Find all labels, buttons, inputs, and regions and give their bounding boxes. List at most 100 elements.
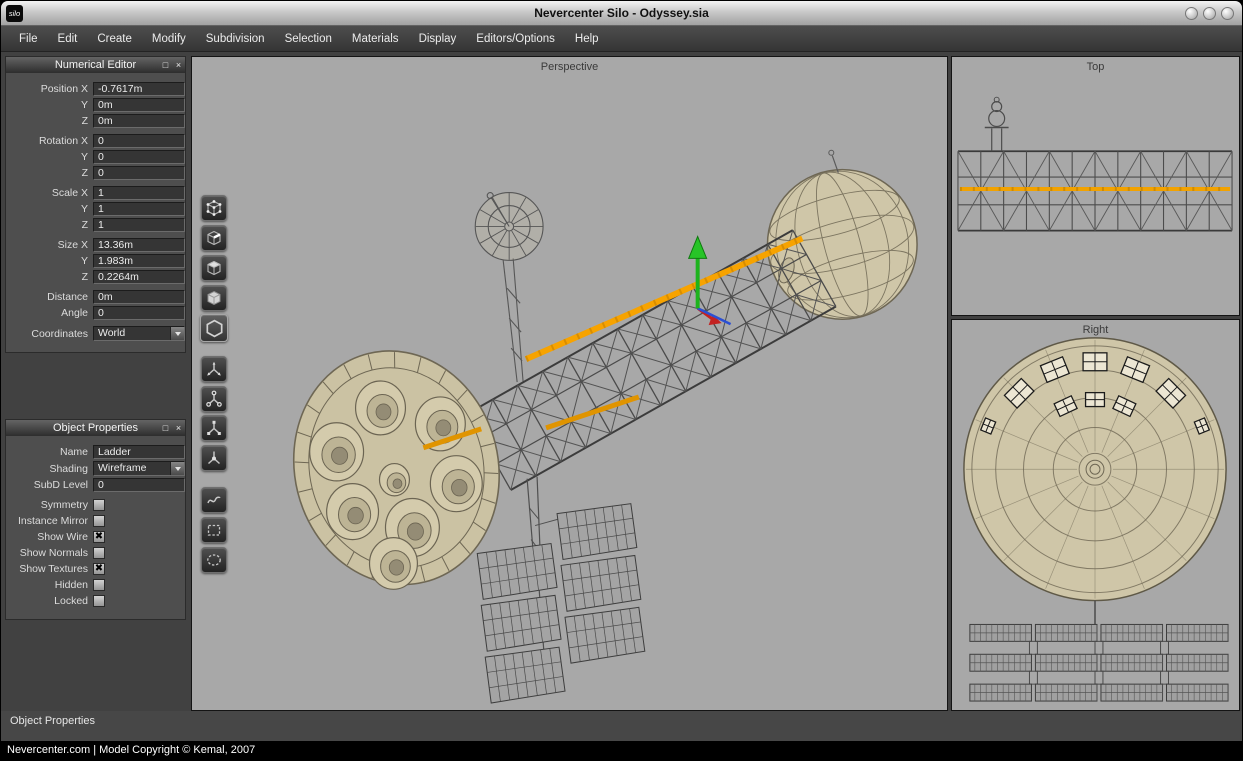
edge-mode-button[interactable]: [201, 225, 227, 251]
scale-z-label: Z: [8, 219, 88, 231]
viewport-label: Perspective: [192, 61, 947, 73]
angle-field[interactable]: 0: [93, 306, 185, 320]
face-mode-button[interactable]: [201, 255, 227, 281]
move-tool-button[interactable]: [201, 356, 227, 382]
chevron-down-icon: [175, 467, 181, 471]
maximize-button[interactable]: [1203, 7, 1216, 20]
object-properties-panel: Object Properties □ × NameLadder Shading…: [5, 419, 186, 620]
size-x-label: Size X: [8, 239, 88, 251]
dropdown-button[interactable]: [170, 462, 184, 475]
size-z-field[interactable]: 0.2264m: [93, 270, 185, 284]
menu-modify[interactable]: Modify: [142, 28, 196, 50]
locked-checkbox[interactable]: [93, 595, 105, 607]
panel-close-icon[interactable]: ×: [172, 58, 185, 72]
show-wire-checkbox[interactable]: ✖: [93, 531, 105, 543]
rotation-z-field[interactable]: 0: [93, 166, 185, 180]
scale-x-field[interactable]: 1: [93, 186, 185, 200]
menu-materials[interactable]: Materials: [342, 28, 409, 50]
object-mode-button[interactable]: [201, 285, 227, 311]
subd-level-field[interactable]: 0: [93, 478, 185, 492]
menu-edit[interactable]: Edit: [48, 28, 88, 50]
hidden-checkbox[interactable]: [93, 579, 105, 591]
rect-select-icon: [205, 521, 223, 539]
viewport-toolbar: [200, 195, 230, 585]
multi-select-mode-button[interactable]: [200, 314, 228, 342]
scale-tool-icon: [205, 419, 223, 437]
scale-z-field[interactable]: 1: [93, 218, 185, 232]
tweak-tool-button[interactable]: [201, 445, 227, 471]
show-textures-checkbox[interactable]: ✖: [93, 563, 105, 575]
ellipse-select-button[interactable]: [201, 547, 227, 573]
dropdown-button[interactable]: [170, 327, 184, 340]
menu-selection[interactable]: Selection: [275, 28, 342, 50]
position-x-field[interactable]: -0.7617m: [93, 82, 185, 96]
rotation-x-field[interactable]: 0: [93, 134, 185, 148]
rotation-y-label: Y: [8, 151, 88, 163]
rotate-tool-button[interactable]: [201, 386, 227, 412]
show-wire-label: Show Wire: [8, 531, 88, 543]
distance-field[interactable]: 0m: [93, 290, 185, 304]
coordinates-value: World: [94, 327, 170, 340]
instance-mirror-label: Instance Mirror: [8, 515, 88, 527]
move-tool-icon: [205, 360, 223, 378]
name-label: Name: [8, 446, 88, 458]
show-normals-checkbox[interactable]: [93, 547, 105, 559]
symmetry-label: Symmetry: [8, 499, 88, 511]
name-field[interactable]: Ladder: [93, 445, 185, 459]
coordinates-dropdown[interactable]: World: [93, 326, 185, 341]
status-text: Object Properties: [10, 715, 95, 727]
panel-collapse-icon[interactable]: □: [159, 58, 172, 72]
menu-editors-options[interactable]: Editors/Options: [466, 28, 565, 50]
right-viewport[interactable]: Right: [951, 319, 1240, 711]
top-scene: [952, 57, 1239, 315]
rotate-tool-icon: [205, 390, 223, 408]
paint-select-button[interactable]: [201, 487, 227, 513]
menu-bar: File Edit Create Modify Subdivision Sele…: [1, 26, 1242, 52]
size-y-field[interactable]: 1.983m: [93, 254, 185, 268]
menu-help[interactable]: Help: [565, 28, 609, 50]
menu-subdivision[interactable]: Subdivision: [196, 28, 275, 50]
object-properties-header[interactable]: Object Properties □ ×: [6, 420, 185, 436]
position-x-label: Position X: [8, 83, 88, 95]
viewport-label: Top: [952, 61, 1239, 73]
menu-file[interactable]: File: [9, 28, 48, 50]
title-bar[interactable]: silo Nevercenter Silo - Odyssey.sia: [1, 1, 1242, 26]
status-bar: Object Properties: [1, 711, 1242, 741]
window-controls: [1185, 7, 1234, 20]
position-y-label: Y: [8, 99, 88, 111]
top-viewport[interactable]: Top: [951, 56, 1240, 316]
size-x-field[interactable]: 13.36m: [93, 238, 185, 252]
shading-dropdown[interactable]: Wireframe: [93, 461, 185, 476]
coordinates-label: Coordinates: [8, 328, 88, 340]
instance-mirror-checkbox[interactable]: [93, 515, 105, 527]
numerical-editor-header[interactable]: Numerical Editor □ ×: [6, 57, 185, 73]
scale-tool-button[interactable]: [201, 415, 227, 441]
menu-display[interactable]: Display: [409, 28, 467, 50]
object-mode-icon: [205, 289, 223, 307]
rect-select-button[interactable]: [201, 517, 227, 543]
symmetry-checkbox[interactable]: [93, 499, 105, 511]
app-icon: silo: [6, 5, 23, 22]
rotation-y-field[interactable]: 0: [93, 150, 185, 164]
paint-select-icon: [205, 491, 223, 509]
position-y-field[interactable]: 0m: [93, 98, 185, 112]
vertex-mode-button[interactable]: [201, 195, 227, 221]
close-button[interactable]: [1221, 7, 1234, 20]
panel-collapse-icon[interactable]: □: [159, 421, 172, 435]
main-content: Numerical Editor □ × Position X-0.7617m …: [1, 52, 1242, 711]
face-mode-icon: [205, 259, 223, 277]
viewport-label: Right: [952, 324, 1239, 336]
minimize-button[interactable]: [1185, 7, 1198, 20]
panel-close-icon[interactable]: ×: [172, 421, 185, 435]
angle-label: Angle: [8, 307, 88, 319]
position-z-field[interactable]: 0m: [93, 114, 185, 128]
scale-y-field[interactable]: 1: [93, 202, 185, 216]
footer-bar: Nevercenter.com | Model Copyright © Kema…: [1, 741, 1242, 760]
ellipse-select-icon: [205, 551, 223, 569]
multi-select-icon: [205, 319, 224, 338]
menu-create[interactable]: Create: [87, 28, 142, 50]
panel-title: Numerical Editor: [32, 59, 159, 71]
show-normals-label: Show Normals: [8, 547, 88, 559]
perspective-viewport[interactable]: Perspective: [191, 56, 948, 711]
locked-label: Locked: [8, 595, 88, 607]
